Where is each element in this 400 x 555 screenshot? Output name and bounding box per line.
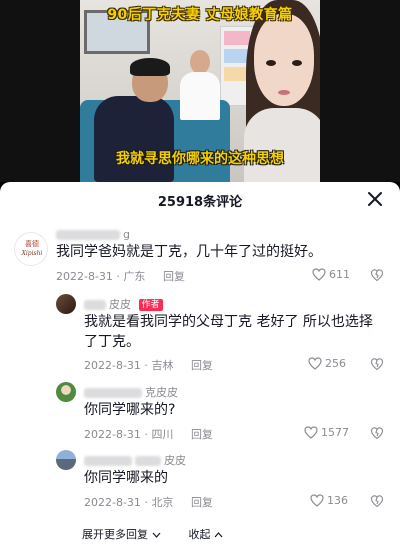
comments-count-title: 25918条评论 [157,195,243,210]
video-person-mother [180,48,220,120]
avatar[interactable] [56,382,76,402]
close-icon[interactable] [366,190,384,208]
dislike-icon[interactable] [370,494,384,508]
chevron-down-icon [152,532,160,538]
reply-button[interactable]: 回复 [191,428,213,441]
video-title: 90后丁克夫妻 丈母娘教育篇 [107,7,293,23]
like-count: 1577 [321,426,349,439]
reply-button[interactable]: 回复 [163,270,185,283]
reply-button[interactable]: 回复 [191,496,213,509]
avatar[interactable] [56,450,76,470]
comments-sheet: 25918条评论 喜德 Xipishi g 我同学爸妈就是丁克，几十年了过的挺好… [0,182,400,555]
heart-icon [310,494,324,507]
chevron-up-icon [214,532,223,538]
reply-text: 你同学哪来的? [84,402,176,418]
video-player[interactable]: 90后丁克夫妻 丈母娘教育篇 我就寻思你哪来的这种思想 [0,0,400,182]
heart-icon [304,426,318,439]
comment-author-name[interactable]: g [56,228,130,241]
reply-author-name[interactable]: 皮皮 [84,452,186,468]
dislike-icon[interactable] [370,426,384,440]
like-button[interactable]: 611 [312,268,350,281]
like-button[interactable]: 256 [308,357,346,370]
logo-avatar-icon: 喜德 Xipishi [21,239,43,257]
comments-header: 25918条评论 [0,182,400,216]
reply-meta: 2022-8-31 · 四川 回复 [84,428,213,441]
reply-text: 我就是看我同学的父母丁克 老好了 所以也选择 了丁克。 [84,314,373,350]
like-count: 611 [329,268,350,281]
heart-icon [308,357,322,370]
dislike-icon[interactable] [370,268,384,282]
heart-icon [312,268,326,281]
reply-text: 你同学哪来的 [84,470,168,486]
replies-footer: 展开更多回复 收起 [82,526,223,542]
avatar[interactable] [56,294,76,314]
reply-meta: 2022-8-31 · 北京 回复 [84,496,213,509]
author-badge: 作者 [138,299,163,311]
comment-text: 我同学爸妈就是丁克，几十年了过的挺好。 [56,244,322,260]
reply-author-name[interactable]: 克皮皮 [84,384,178,400]
comment-meta: 2022-8-31 · 广东 回复 [56,270,185,283]
like-count: 256 [325,357,346,370]
expand-replies-button[interactable]: 展开更多回复 [82,526,161,542]
reply-author-name[interactable]: 皮皮 作者 [84,296,163,312]
collapse-replies-button[interactable]: 收起 [189,526,224,542]
svg-text:Xipishi: Xipishi [21,250,43,257]
video-subtitle: 我就寻思你哪来的这种思想 [116,151,284,167]
svg-text:喜德: 喜德 [25,239,39,248]
dislike-icon[interactable] [370,357,384,371]
reply-button[interactable]: 回复 [191,359,213,372]
reply-meta: 2022-8-31 · 吉林 回复 [84,359,213,372]
avatar[interactable]: 喜德 Xipishi [14,232,48,266]
like-button[interactable]: 136 [310,494,348,507]
like-button[interactable]: 1577 [304,426,349,439]
like-count: 136 [327,494,348,507]
